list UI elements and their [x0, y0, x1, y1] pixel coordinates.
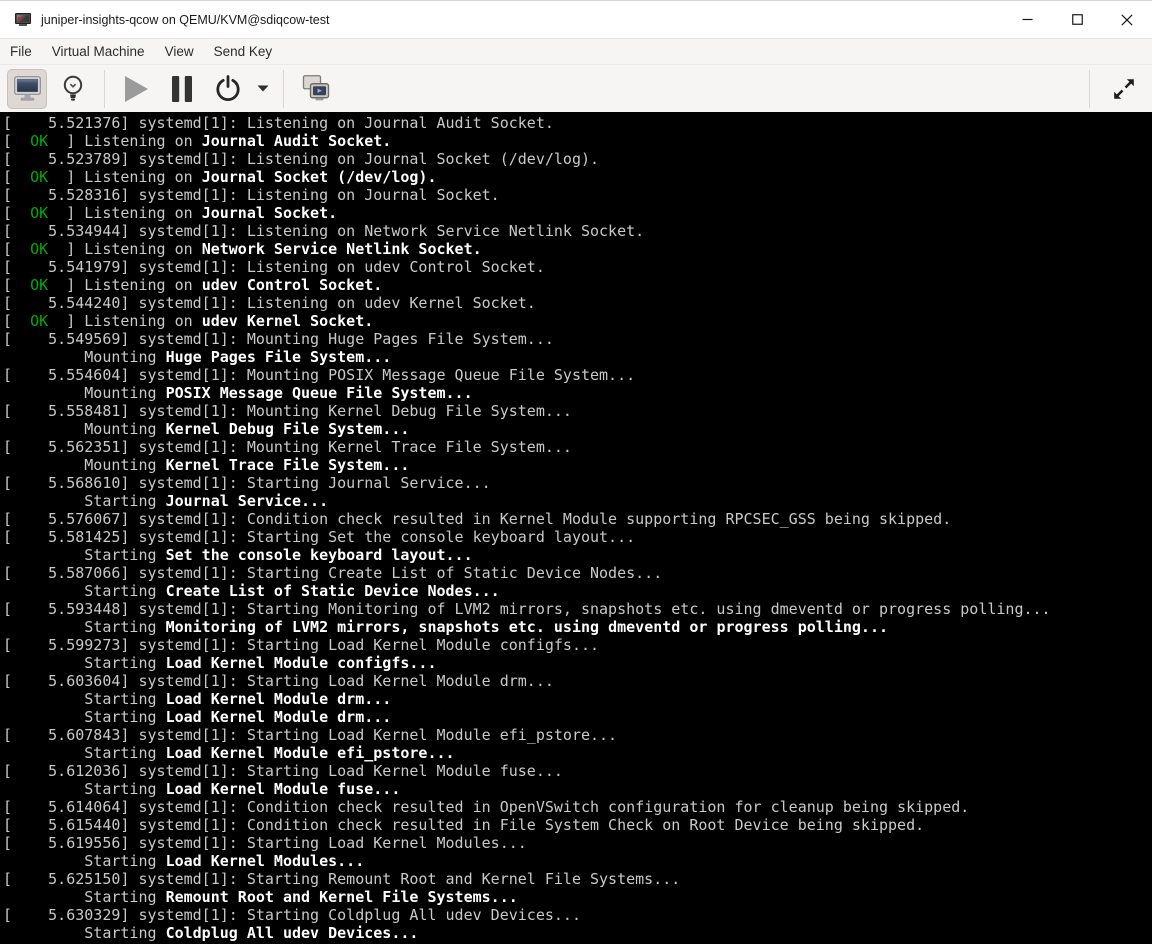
lightbulb-icon — [63, 75, 83, 101]
menu-view[interactable]: View — [155, 39, 204, 64]
menu-file[interactable]: File — [0, 39, 42, 64]
run-button — [116, 69, 156, 109]
console-line: Mounting Kernel Debug File System... — [3, 420, 410, 438]
console-line: Starting Load Kernel Module drm... — [3, 708, 392, 726]
menu-send-key[interactable]: Send Key — [204, 39, 283, 64]
hardware-details-button[interactable] — [53, 69, 93, 109]
menu-virtual-machine[interactable]: Virtual Machine — [42, 39, 155, 64]
console-line: Starting Load Kernel Module configfs... — [3, 654, 437, 672]
console-line: Starting Load Kernel Module fuse... — [3, 780, 401, 798]
titlebar: juniper-insights-qcow on QEMU/KVM@sdiqco… — [0, 0, 1152, 38]
console-line: [ 5.523789] systemd[1]: Listening on Jou… — [3, 150, 600, 168]
console-line: Starting Load Kernel Module efi_pstore..… — [3, 744, 455, 762]
chevron-down-icon — [257, 85, 269, 92]
console-line: Starting Load Kernel Modules... — [3, 852, 365, 870]
console-line: [ 5.612036] systemd[1]: Starting Load Ke… — [3, 762, 563, 780]
console-line: [ OK ] Listening on Journal Audit Socket… — [3, 132, 392, 150]
console-line: [ 5.568610] systemd[1]: Starting Journal… — [3, 474, 491, 492]
console-line: Starting Create List of Static Device No… — [3, 582, 500, 600]
minimize-button[interactable] — [1002, 1, 1052, 38]
console-line: Starting Journal Service... — [3, 492, 329, 510]
window-controls — [1002, 1, 1152, 38]
console-line: [ OK ] Listening on udev Kernel Socket. — [3, 312, 374, 330]
fullscreen-expand-icon — [1114, 78, 1134, 99]
menubar: File Virtual Machine View Send Key — [0, 38, 1152, 64]
console-line: Starting Coldplug All udev Devices... — [3, 924, 419, 942]
pause-button[interactable] — [162, 69, 202, 109]
console-line: [ 5.625150] systemd[1]: Starting Remount… — [3, 870, 681, 888]
pause-icon — [172, 75, 192, 102]
maximize-icon — [1071, 14, 1083, 25]
close-button[interactable] — [1102, 1, 1152, 38]
console-line: Starting Remount Root and Kernel File Sy… — [3, 888, 518, 906]
console-line: [ 5.534944] systemd[1]: Listening on Net… — [3, 222, 645, 240]
toolbar-separator — [283, 69, 284, 108]
console-line: [ 5.615440] systemd[1]: Condition check … — [3, 816, 925, 834]
console-line: [ 5.607843] systemd[1]: Starting Load Ke… — [3, 726, 618, 744]
shutdown-menu-button[interactable] — [251, 69, 275, 109]
console-line: [ 5.630329] systemd[1]: Starting Coldplu… — [3, 906, 581, 924]
virtual-displays-button[interactable] — [295, 69, 335, 109]
console-line: [ OK ] Listening on udev Control Socket. — [3, 276, 383, 294]
console-line: Mounting Huge Pages File System... — [3, 348, 392, 366]
window-title: juniper-insights-qcow on QEMU/KVM@sdiqco… — [41, 12, 330, 27]
toolbar-separator — [104, 69, 105, 108]
play-icon — [124, 75, 148, 102]
minimize-icon — [1022, 18, 1032, 21]
console-line: [ 5.541979] systemd[1]: Listening on ude… — [3, 258, 545, 276]
monitor-icon — [13, 76, 41, 101]
console-line: Starting Load Kernel Module drm... — [3, 690, 392, 708]
fullscreen-button[interactable] — [1102, 69, 1146, 109]
console-line: [ 5.549569] systemd[1]: Mounting Huge Pa… — [3, 330, 554, 348]
toolbar — [0, 64, 1152, 112]
console-line: [ 5.614064] systemd[1]: Condition check … — [3, 798, 970, 816]
guest-console-display[interactable]: [ 5.521376] systemd[1]: Listening on Jou… — [0, 112, 1152, 944]
console-line: [ 5.558481] systemd[1]: Mounting Kernel … — [3, 402, 572, 420]
shutdown-button[interactable] — [208, 69, 248, 109]
power-icon — [216, 74, 240, 101]
console-line: [ 5.587066] systemd[1]: Starting Create … — [3, 564, 663, 582]
graphical-console-button[interactable] — [7, 68, 47, 109]
console-line: [ 5.554604] systemd[1]: Mounting POSIX M… — [3, 366, 636, 384]
toolbar-separator — [1089, 69, 1090, 108]
console-line: Mounting Kernel Trace File System... — [3, 456, 410, 474]
console-line: Starting Monitoring of LVM2 mirrors, sna… — [3, 618, 889, 636]
console-line: [ 5.619556] systemd[1]: Starting Load Ke… — [3, 834, 527, 852]
console-line: [ 5.599273] systemd[1]: Starting Load Ke… — [3, 636, 600, 654]
virt-manager-app-icon — [15, 12, 32, 27]
console-line: [ OK ] Listening on Network Service Netl… — [3, 240, 482, 258]
close-icon — [1121, 13, 1133, 26]
console-line: [ OK ] Listening on Journal Socket (/dev… — [3, 168, 437, 186]
displays-icon — [302, 75, 330, 101]
console-line: [ 5.603604] systemd[1]: Starting Load Ke… — [3, 672, 554, 690]
console-line: [ 5.576067] systemd[1]: Condition check … — [3, 510, 952, 528]
console-line: [ 5.562351] systemd[1]: Mounting Kernel … — [3, 438, 572, 456]
console-line: [ OK ] Listening on Journal Socket. — [3, 204, 338, 222]
console-line: [ 5.521376] systemd[1]: Listening on Jou… — [3, 114, 554, 132]
console-line: [ 5.593448] systemd[1]: Starting Monitor… — [3, 600, 1051, 618]
console-line: [ 5.528316] systemd[1]: Listening on Jou… — [3, 186, 500, 204]
virt-manager-window: juniper-insights-qcow on QEMU/KVM@sdiqco… — [0, 0, 1152, 944]
maximize-button[interactable] — [1052, 1, 1102, 38]
console-line: [ 5.581425] systemd[1]: Starting Set the… — [3, 528, 636, 546]
console-line: Starting Set the console keyboard layout… — [3, 546, 473, 564]
console-line: [ 5.544240] systemd[1]: Listening on ude… — [3, 294, 536, 312]
console-line: Mounting POSIX Message Queue File System… — [3, 384, 473, 402]
